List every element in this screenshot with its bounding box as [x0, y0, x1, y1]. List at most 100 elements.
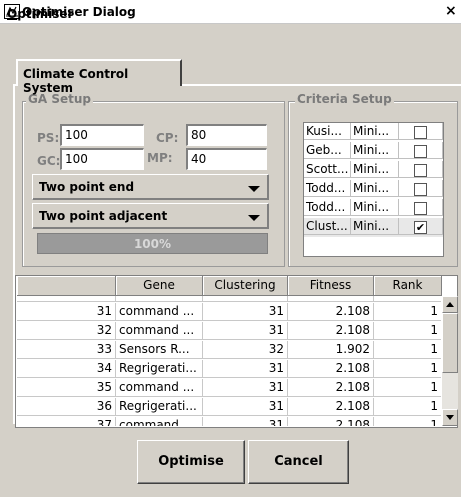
table-cell-clustering: 31: [203, 417, 288, 426]
table-cell-id: 34: [17, 360, 116, 378]
table-cell-clustering: 32: [203, 341, 288, 359]
mp-label: MP:: [147, 151, 173, 165]
menu-mnemonic: O: [7, 7, 18, 21]
criteria-checkbox[interactable]: [414, 145, 427, 158]
criteria-checkbox[interactable]: ✔: [414, 221, 427, 234]
table-cell-id: 35: [17, 379, 116, 397]
table-cell-clustering: 31: [203, 322, 288, 340]
chevron-down-icon: [248, 215, 260, 221]
column-header-fitness[interactable]: Fitness: [288, 276, 374, 296]
criteria-row[interactable]: Kusi... Mini...: [304, 123, 443, 142]
table-cell-gene: Sensors R...: [116, 341, 203, 359]
column-header-rank[interactable]: Rank: [374, 276, 442, 296]
gc-label: GC:: [37, 154, 61, 168]
tab-climate-control-system[interactable]: Climate Control System: [16, 59, 182, 95]
criteria-mode: Mini...: [351, 180, 399, 197]
table-cell-rank: 1: [374, 417, 441, 426]
table-cell-id: 36: [17, 398, 116, 416]
table-cell-rank: 1: [374, 398, 441, 416]
mutation-select[interactable]: Two point adjacent: [32, 203, 269, 229]
results-body: 30command ...321.902131command ...312.10…: [17, 296, 441, 426]
gc-field[interactable]: 100: [60, 148, 144, 170]
table-cell-clustering: 32: [203, 296, 288, 302]
table-cell-clustering: 31: [203, 303, 288, 321]
arrow-down-icon: [446, 415, 454, 420]
criteria-checkbox[interactable]: [414, 164, 427, 177]
table-cell-gene: Regrigerati...: [116, 360, 203, 378]
table-row[interactable]: 36 Regrigerati... 31 2.108 1: [17, 398, 441, 417]
mp-field[interactable]: 40: [186, 148, 267, 170]
table-row[interactable]: 32 command ... 31 2.108 1: [17, 322, 441, 341]
criteria-checkbox[interactable]: [414, 126, 427, 139]
criteria-row[interactable]: Geb... Mini...: [304, 142, 443, 161]
mutation-value: Two point adjacent: [39, 209, 168, 223]
crossover-select[interactable]: Two point end: [32, 174, 269, 200]
table-row[interactable]: 35 command ... 31 2.108 1: [17, 379, 441, 398]
table-cell-fitness: 2.108: [288, 417, 374, 426]
optimise-button[interactable]: Optimise: [137, 440, 245, 484]
criteria-row[interactable]: Clust... Mini... ✔: [304, 218, 443, 237]
arrow-up-icon: [446, 302, 454, 307]
table-cell-fitness: 2.108: [288, 322, 374, 340]
criteria-name: Todd...: [304, 199, 351, 216]
table-row[interactable]: 33 Sensors R... 32 1.902 1: [17, 341, 441, 360]
table-cell-clustering: 31: [203, 360, 288, 378]
close-icon[interactable]: ×: [445, 3, 457, 19]
criteria-row[interactable]: Todd... Mini...: [304, 199, 443, 218]
column-header-clustering[interactable]: Clustering: [203, 276, 288, 296]
criteria-setup-title: Criteria Setup: [295, 92, 394, 106]
criteria-mode: Mini...: [351, 161, 399, 178]
table-cell-rank: 1: [374, 296, 441, 302]
scroll-up-button[interactable]: [442, 296, 458, 313]
table-cell-clustering: 31: [203, 398, 288, 416]
table-cell-fitness: 2.108: [288, 360, 374, 378]
table-cell-rank: 1: [374, 341, 441, 359]
table-cell-rank: 1: [374, 379, 441, 397]
criteria-name: Geb...: [304, 142, 351, 159]
criteria-mode: Mini...: [351, 123, 399, 140]
scroll-thumb[interactable]: [442, 313, 458, 373]
table-cell-id: 31: [17, 303, 116, 321]
table-cell-fitness: 1.902: [288, 341, 374, 359]
ps-label: PS:: [37, 131, 60, 145]
table-row[interactable]: 37 command 31 2.108 1: [17, 417, 441, 426]
table-cell-gene: command ...: [116, 303, 203, 321]
table-cell-clustering: 31: [203, 379, 288, 397]
criteria-name: Clust...: [304, 218, 351, 235]
criteria-mode: Mini...: [351, 218, 399, 235]
table-row[interactable]: 31 command ... 31 2.108 1: [17, 303, 441, 322]
ps-field[interactable]: 100: [60, 124, 144, 146]
table-cell-gene: command ...: [116, 296, 203, 302]
table-row[interactable]: 30command ...321.9021: [17, 296, 441, 303]
table-cell-gene: command ...: [116, 322, 203, 340]
criteria-name: Scott...: [304, 161, 351, 178]
criteria-check-cell: [399, 180, 443, 197]
column-header-index[interactable]: [17, 276, 116, 296]
cancel-button[interactable]: Cancel: [248, 440, 349, 484]
table-row[interactable]: 34 Regrigerati... 31 2.108 1: [17, 360, 441, 379]
table-cell-id: 37: [17, 417, 116, 426]
scroll-down-button[interactable]: [442, 409, 458, 426]
table-cell-gene: command: [116, 417, 203, 426]
table-cell-id: 30: [17, 296, 116, 302]
menu-optimiser[interactable]: Optimiser: [4, 6, 76, 22]
criteria-check-cell: [399, 161, 443, 178]
table-cell-fitness: 2.108: [288, 398, 374, 416]
column-header-gene[interactable]: Gene: [116, 276, 203, 296]
criteria-check-cell: [399, 199, 443, 216]
criteria-name: Todd...: [304, 180, 351, 197]
table-cell-gene: command ...: [116, 379, 203, 397]
table-cell-fitness: 1.902: [288, 296, 374, 302]
menu-bar: [0, 24, 461, 52]
criteria-name: Kusi...: [304, 123, 351, 140]
criteria-row[interactable]: Todd... Mini...: [304, 180, 443, 199]
criteria-checkbox[interactable]: [414, 202, 427, 215]
table-cell-fitness: 2.108: [288, 379, 374, 397]
table-cell-rank: 1: [374, 303, 441, 321]
criteria-checkbox[interactable]: [414, 183, 427, 196]
table-cell-rank: 1: [374, 360, 441, 378]
cp-field[interactable]: 80: [186, 124, 267, 146]
criteria-row[interactable]: Scott... Mini...: [304, 161, 443, 180]
criteria-check-cell: ✔: [399, 218, 443, 235]
criteria-mode: Mini...: [351, 199, 399, 216]
